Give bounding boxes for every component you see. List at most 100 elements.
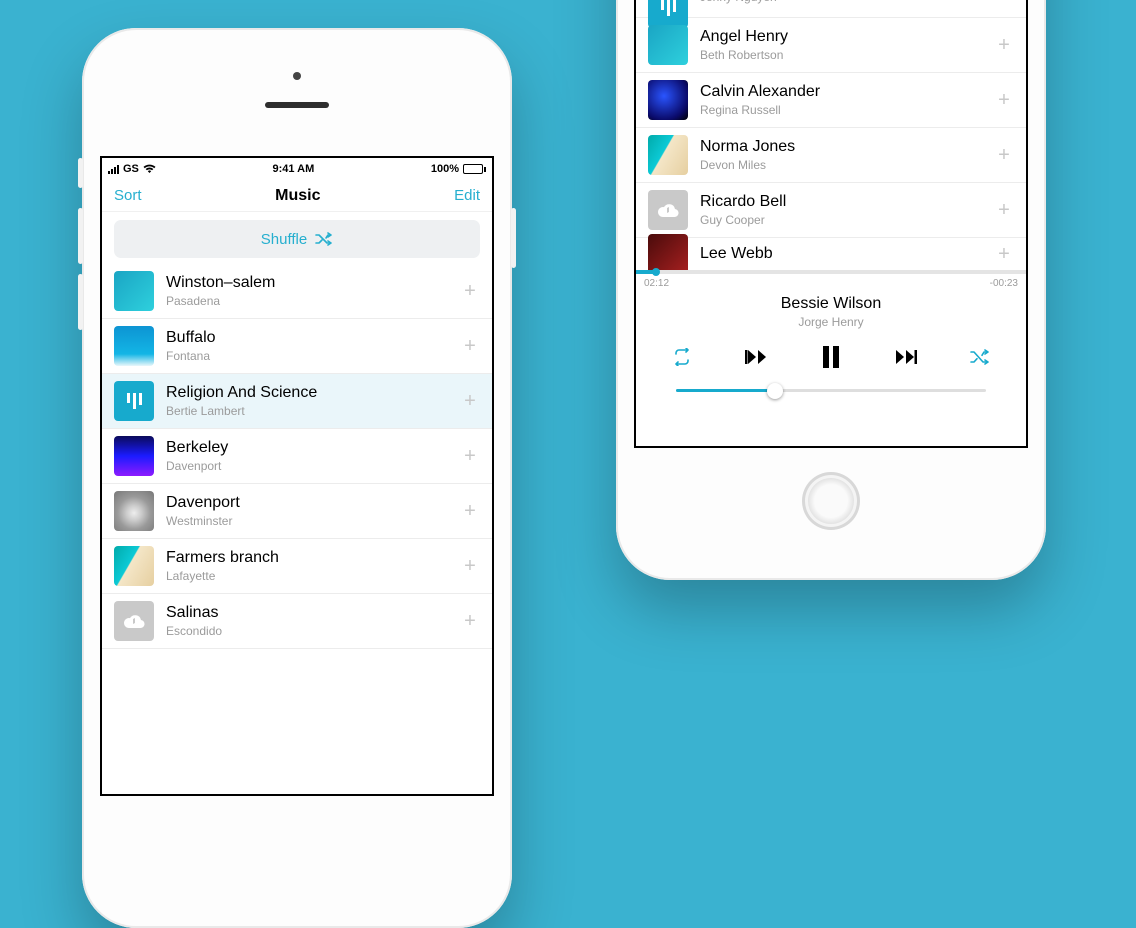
- add-button[interactable]: +: [994, 89, 1014, 112]
- track-subtitle: Devon Miles: [700, 158, 994, 172]
- screen-right: Jenny Nguyen Angel Henry Beth Robertson +…: [634, 0, 1028, 448]
- edit-button[interactable]: Edit: [454, 187, 480, 204]
- page-title: Music: [275, 187, 320, 205]
- volume-down-button: [78, 274, 83, 330]
- track-subtitle: Pasadena: [166, 294, 460, 308]
- power-button: [511, 208, 516, 268]
- track-artwork: [114, 601, 154, 641]
- status-bar: GS 9:41 AM 100%: [102, 158, 492, 180]
- remaining-time: -00:23: [990, 278, 1018, 289]
- track-subtitle: Bertie Lambert: [166, 404, 460, 418]
- track-text: Farmers branch Lafayette: [166, 549, 460, 583]
- shuffle-button[interactable]: [970, 349, 990, 365]
- time-labels: 02:12 -00:23: [636, 274, 1026, 293]
- track-title: Salinas: [166, 604, 460, 622]
- track-list: Jenny Nguyen Angel Henry Beth Robertson +…: [636, 0, 1026, 270]
- progress-handle[interactable]: [652, 268, 660, 276]
- next-button[interactable]: [894, 348, 918, 366]
- track-subtitle: Lafayette: [166, 569, 460, 583]
- track-row[interactable]: Religion And ScienceBertie Lambert +: [102, 374, 492, 429]
- pause-button[interactable]: [820, 345, 842, 369]
- track-row[interactable]: Farmers branch Lafayette +: [102, 539, 492, 594]
- previous-button[interactable]: [744, 348, 768, 366]
- volume-up-button: [78, 208, 83, 264]
- sort-button[interactable]: Sort: [114, 187, 142, 204]
- track-artwork: [114, 326, 154, 366]
- track-row[interactable]: Jenny Nguyen: [636, 0, 1026, 18]
- track-row[interactable]: DavenportWestminster +: [102, 484, 492, 539]
- track-text: Jenny Nguyen: [700, 0, 1014, 4]
- volume-fill: [676, 389, 775, 392]
- track-subtitle: Regina Russell: [700, 103, 994, 117]
- track-title: Calvin Alexander: [700, 83, 994, 101]
- battery-label: 100%: [431, 163, 459, 175]
- track-row[interactable]: BerkeleyDavenport +: [102, 429, 492, 484]
- phone-right: Jenny Nguyen Angel Henry Beth Robertson +…: [616, 0, 1046, 580]
- track-artwork: [648, 80, 688, 120]
- track-artwork: [648, 25, 688, 65]
- track-text: Winston–salem Pasadena: [166, 274, 460, 308]
- screen-left: GS 9:41 AM 100% Sort Music Edit Shuffle …: [100, 156, 494, 796]
- track-title: Winston–salem: [166, 274, 460, 292]
- track-text: Ricardo BellGuy Cooper: [700, 193, 994, 227]
- track-row[interactable]: Ricardo BellGuy Cooper +: [636, 183, 1026, 238]
- add-button[interactable]: +: [460, 610, 480, 633]
- add-button[interactable]: +: [460, 445, 480, 468]
- home-button[interactable]: [802, 472, 860, 530]
- signal-icon: [108, 164, 119, 174]
- track-text: BerkeleyDavenport: [166, 439, 460, 473]
- playback-controls: [636, 329, 1026, 379]
- track-text: SalinasEscondido: [166, 604, 460, 638]
- track-artwork: [648, 135, 688, 175]
- track-artwork: [114, 381, 154, 421]
- add-button[interactable]: +: [460, 555, 480, 578]
- track-title: Farmers branch: [166, 549, 460, 567]
- track-title: Angel Henry: [700, 28, 994, 46]
- shuffle-label: Shuffle: [261, 231, 307, 248]
- track-title: Berkeley: [166, 439, 460, 457]
- add-button[interactable]: +: [460, 390, 480, 413]
- wifi-icon: [143, 164, 156, 174]
- track-text: Norma Jones Devon Miles: [700, 138, 994, 172]
- volume-slider[interactable]: [636, 379, 1026, 410]
- now-playing-artist: Jorge Henry: [636, 315, 1026, 329]
- track-subtitle: Westminster: [166, 514, 460, 528]
- progress-bar[interactable]: [636, 270, 1026, 274]
- elapsed-time: 02:12: [644, 278, 669, 289]
- track-row[interactable]: Angel Henry Beth Robertson +: [636, 18, 1026, 73]
- track-title: Norma Jones: [700, 138, 994, 156]
- track-subtitle: Fontana: [166, 349, 460, 363]
- track-title: Lee Webb: [700, 245, 994, 263]
- shuffle-icon: [315, 232, 333, 246]
- track-subtitle: Guy Cooper: [700, 213, 994, 227]
- track-row[interactable]: Winston–salem Pasadena +: [102, 264, 492, 319]
- add-button[interactable]: +: [460, 280, 480, 303]
- track-artwork: [648, 0, 688, 28]
- status-time: 9:41 AM: [272, 163, 314, 175]
- now-playing-titles: Bessie Wilson Jorge Henry: [636, 295, 1026, 329]
- add-button[interactable]: +: [460, 500, 480, 523]
- track-title: Buffalo: [166, 329, 460, 347]
- track-text: Buffalo Fontana: [166, 329, 460, 363]
- add-button[interactable]: +: [994, 243, 1014, 266]
- shuffle-button[interactable]: Shuffle: [114, 220, 480, 258]
- repeat-button[interactable]: [672, 348, 692, 366]
- carrier-label: GS: [123, 163, 139, 175]
- track-row[interactable]: Calvin Alexander Regina Russell +: [636, 73, 1026, 128]
- track-text: Lee Webb: [700, 245, 994, 263]
- track-row[interactable]: SalinasEscondido +: [102, 594, 492, 649]
- track-row[interactable]: Lee Webb +: [636, 238, 1026, 270]
- track-subtitle: Beth Robertson: [700, 48, 994, 62]
- track-text: Religion And ScienceBertie Lambert: [166, 384, 460, 418]
- add-button[interactable]: +: [994, 34, 1014, 57]
- add-button[interactable]: +: [994, 199, 1014, 222]
- front-camera: [293, 72, 301, 80]
- track-row[interactable]: Buffalo Fontana +: [102, 319, 492, 374]
- earpiece-speaker: [265, 102, 329, 108]
- volume-handle[interactable]: [767, 383, 783, 399]
- add-button[interactable]: +: [460, 335, 480, 358]
- add-button[interactable]: +: [994, 144, 1014, 167]
- nav-bar: Sort Music Edit: [102, 180, 492, 212]
- track-row[interactable]: Norma Jones Devon Miles +: [636, 128, 1026, 183]
- mute-switch: [78, 158, 83, 188]
